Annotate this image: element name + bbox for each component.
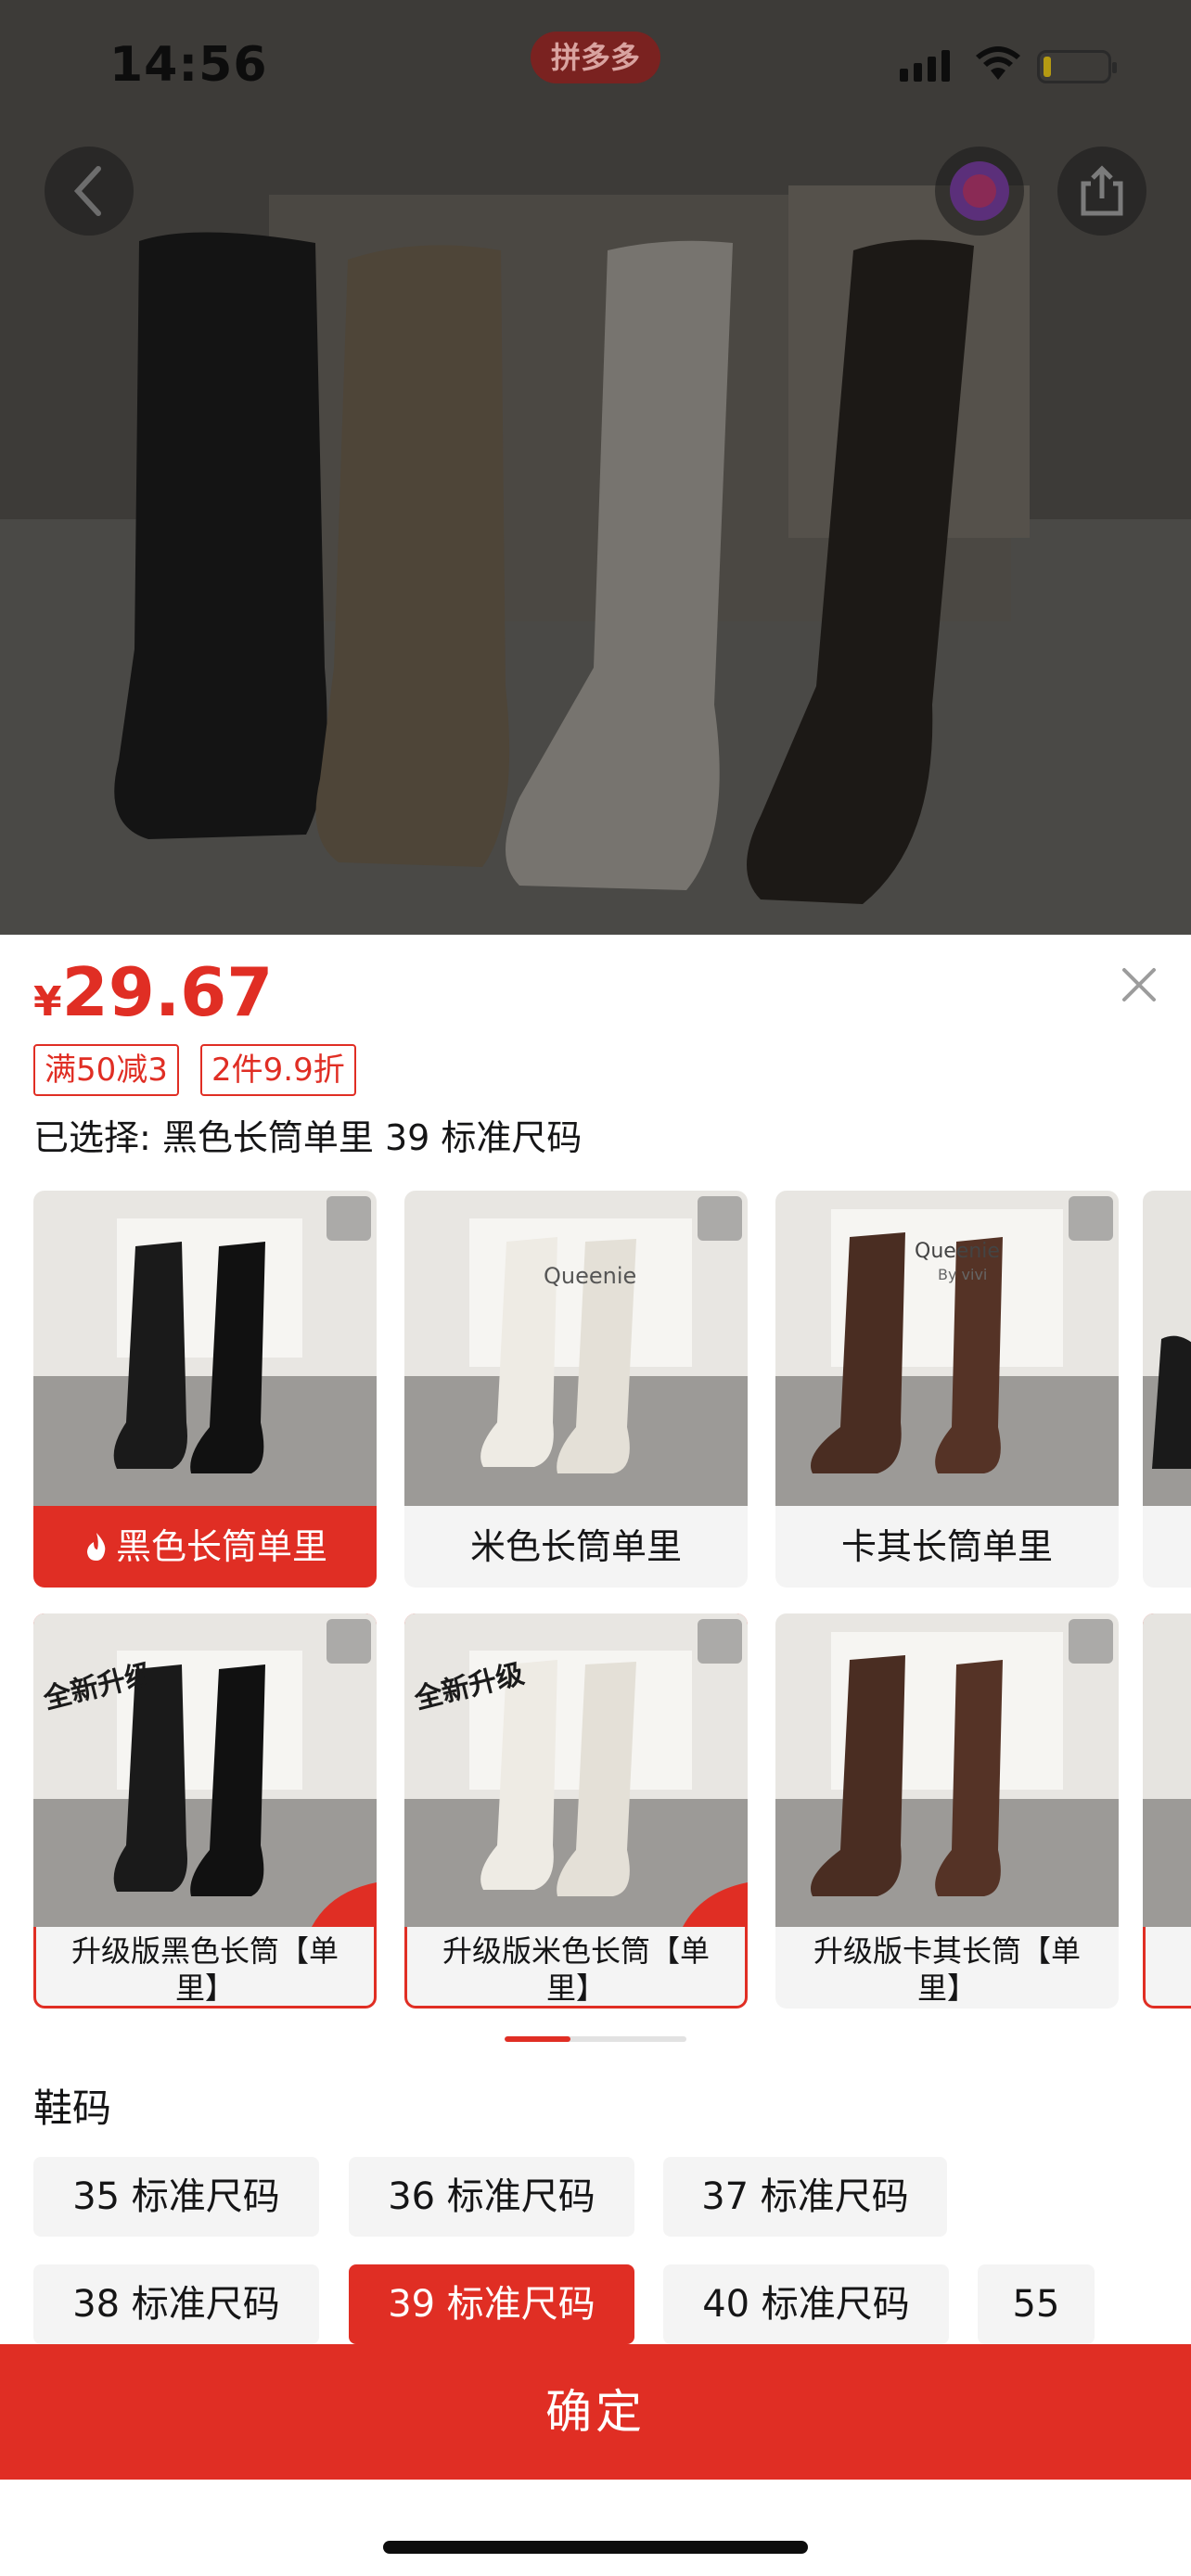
upgrade-badge-text: 全新升级 — [40, 1658, 157, 1715]
variant-card-partial[interactable] — [1143, 1191, 1191, 1588]
size-option[interactable]: 38 标准尺码 — [33, 2264, 319, 2344]
variant-label: 升级版米色长筒【单里】 — [442, 1933, 710, 2006]
size-option[interactable]: 36 标准尺码 — [349, 2157, 634, 2237]
variant-card-upgraded-beige[interactable]: 全新升级 升级版米色长筒【单里】 — [404, 1613, 748, 2009]
size-section-title: 鞋码 — [33, 2085, 112, 2131]
expand-icon[interactable] — [698, 1196, 742, 1241]
wifi-icon — [976, 46, 1020, 80]
battery-icon — [1037, 50, 1117, 83]
product-photo[interactable] — [0, 0, 1191, 935]
upgrade-badge: 全新升级 — [411, 1658, 528, 1715]
confirm-button[interactable]: 确定 — [0, 2344, 1191, 2480]
variant-card-partial[interactable] — [1143, 1613, 1191, 2009]
status-time: 14:56 — [109, 37, 268, 93]
variant-scroll-indicator-fill — [505, 2036, 570, 2042]
price-amount: 29.67 — [61, 953, 274, 1031]
variant-label: 米色长筒单里 — [469, 1526, 682, 1567]
variant-card-khaki[interactable]: Queenie By vivi 卡其长筒单里 — [775, 1191, 1119, 1588]
back-button[interactable] — [45, 147, 134, 236]
size-option[interactable]: 37 标准尺码 — [663, 2157, 947, 2237]
boots-photo-illustration — [0, 0, 1191, 935]
variant-image — [33, 1191, 377, 1506]
share-icon — [1081, 165, 1123, 216]
variant-label: 升级版黑色长筒【单里】 — [70, 1933, 339, 2006]
size-option[interactable]: 55 — [978, 2264, 1095, 2344]
selected-prefix: 已选择: — [33, 1117, 162, 1158]
expand-icon[interactable] — [327, 1196, 371, 1241]
back-icon — [73, 166, 101, 216]
upgrade-badge: 全新升级 — [40, 1658, 157, 1715]
expand-icon[interactable] — [698, 1619, 742, 1664]
promo-tag: 满50减3 — [33, 1044, 179, 1096]
signal-icon — [900, 48, 950, 82]
expand-icon[interactable] — [1069, 1196, 1113, 1241]
photo-brand-subtext: By vivi — [938, 1266, 987, 1283]
variant-card-upgraded-khaki[interactable]: 升级版卡其长筒【单里】 — [775, 1613, 1119, 2009]
home-indicator[interactable] — [383, 2541, 808, 2554]
selected-value: 黑色长筒单里 39 标准尺码 — [161, 1117, 583, 1158]
price-currency: ¥ — [33, 978, 62, 1026]
upgrade-badge-text: 全新升级 — [411, 1658, 528, 1715]
size-option-selected[interactable]: 39 标准尺码 — [349, 2264, 634, 2344]
app-pill: 拼多多 — [531, 32, 660, 83]
promo-tag: 2件9.9折 — [200, 1044, 356, 1096]
variant-label: 黑色长筒单里 — [33, 1506, 377, 1588]
expand-icon[interactable] — [327, 1619, 371, 1664]
variant-label: 卡其长筒单里 — [840, 1526, 1053, 1567]
variant-card-upgraded-black[interactable]: 全新升级 升级版黑色长筒【单里】 — [33, 1613, 377, 2009]
close-icon[interactable] — [1117, 963, 1161, 1007]
variant-card-black[interactable]: 黑色长筒单里 — [33, 1191, 377, 1588]
share-button[interactable] — [1057, 147, 1146, 236]
expand-icon[interactable] — [1069, 1619, 1113, 1664]
photo-brand-text: Queenie — [544, 1263, 636, 1289]
chat-button[interactable] — [935, 147, 1024, 236]
variant-image: Queenie By vivi — [775, 1191, 1119, 1506]
variant-image — [775, 1613, 1119, 1927]
size-option[interactable]: 40 标准尺码 — [663, 2264, 949, 2344]
variant-card-beige[interactable]: Queenie 米色长筒单里 — [404, 1191, 748, 1588]
chat-avatar-icon — [950, 161, 1009, 221]
selected-summary: 已选择: 黑色长筒单里 39 标准尺码 — [33, 1109, 582, 1160]
variant-image: Queenie — [404, 1191, 748, 1506]
flame-icon — [86, 1533, 106, 1561]
variant-label: 升级版卡其长筒【单里】 — [813, 1933, 1081, 2006]
photo-brand-text: Queenie — [915, 1240, 1000, 1263]
price: ¥29.67 — [33, 953, 273, 1031]
size-option[interactable]: 35 标准尺码 — [33, 2157, 319, 2237]
variant-scroll-indicator — [505, 2036, 686, 2042]
